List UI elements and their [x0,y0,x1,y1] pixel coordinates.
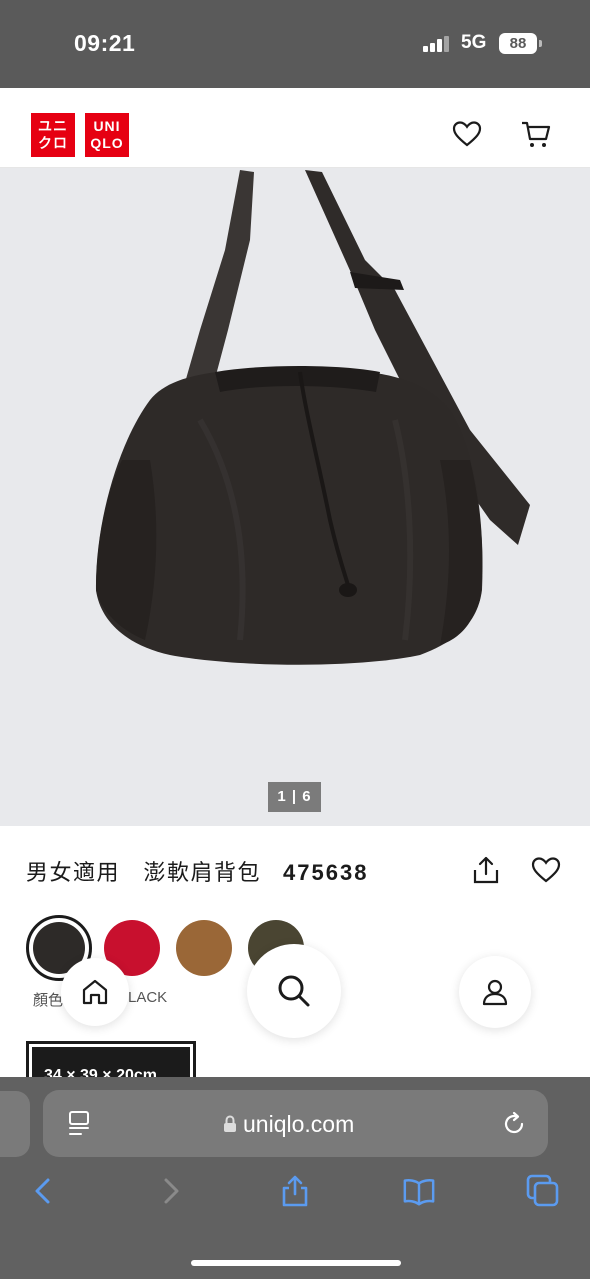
color-swatch-brown[interactable] [176,920,232,976]
share-icon[interactable] [470,854,502,886]
account-button[interactable] [459,956,531,1028]
uniqlo-logo[interactable]: ユニ クロ UNI QLO [31,113,129,157]
product-code: 475638 [283,860,369,885]
color-label-prefix: 顏色 [33,992,64,1009]
previous-tab-preview[interactable] [0,1091,30,1157]
bag-illustration [95,170,530,665]
cellular-signal-icon [423,36,451,52]
cart-icon[interactable] [520,118,552,150]
battery-level: 88 [509,35,527,52]
battery-tip [539,40,542,47]
home-icon [82,979,108,1005]
favorite-icon[interactable] [530,854,562,886]
site-header: ユニ クロ UNI QLO [0,88,590,168]
forward-icon[interactable] [154,1174,188,1208]
home-indicator[interactable] [191,1260,401,1266]
product-image[interactable] [0,168,590,826]
bookmarks-icon[interactable] [402,1174,436,1208]
search-icon [278,975,310,1007]
share-sheet-icon[interactable] [278,1174,312,1208]
reload-icon[interactable] [501,1111,527,1137]
network-type: 5G [461,32,487,53]
status-bar: 09:21 5G 88 [0,0,590,88]
lock-icon [224,1115,236,1132]
home-button[interactable] [61,958,129,1026]
address-bar[interactable]: uniqlo.com [43,1090,548,1157]
heart-icon[interactable] [451,118,483,150]
image-counter: 1 | 6 [268,782,321,812]
search-button[interactable] [247,944,341,1038]
browser-toolbar: uniqlo.com [0,1077,590,1279]
logo-katakana: ユニ クロ [31,113,75,157]
user-icon [482,979,508,1006]
battery-icon: 88 [499,33,537,54]
product-title: 男女適用 澎軟肩背包 475638 [26,855,368,887]
page-menu-icon[interactable] [67,1110,93,1138]
screen: 09:21 5G 88 ユニ クロ UNI QLO 1 | 6 男女適用 澎軟肩… [0,0,590,1279]
back-icon[interactable] [26,1174,60,1208]
logo-latin: UNI QLO [85,113,129,157]
tabs-icon[interactable] [526,1174,560,1208]
status-time: 09:21 [74,30,136,56]
product-name: 男女適用 澎軟肩背包 [26,860,262,885]
url-text: uniqlo.com [243,1111,355,1137]
size-label: 34 × 39 × 20cm [32,1047,190,1080]
